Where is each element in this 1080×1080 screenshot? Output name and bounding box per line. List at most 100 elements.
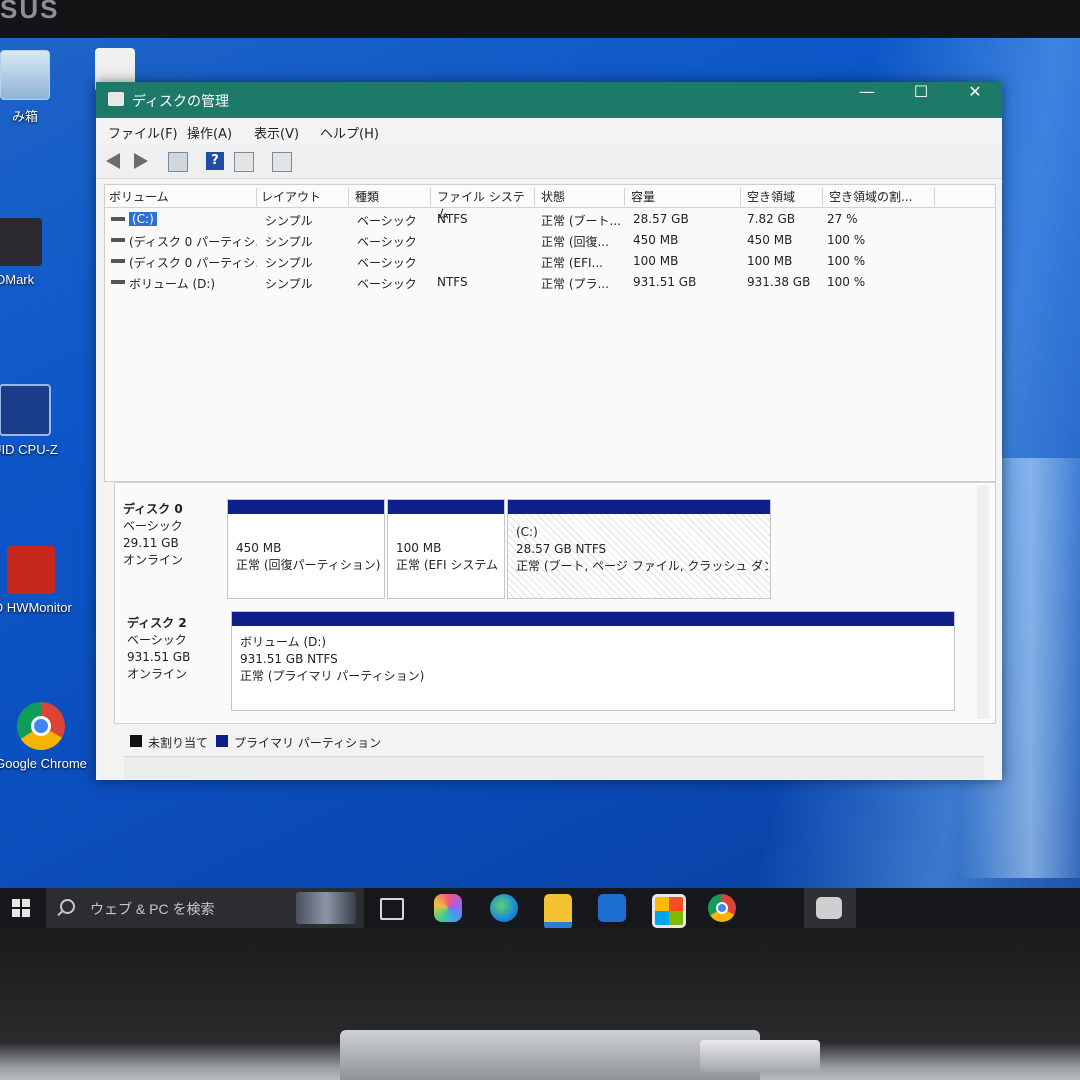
store-icon[interactable] (652, 894, 686, 928)
column-header[interactable]: 状態 (541, 188, 625, 206)
volume-free-pct: 100 % (827, 275, 866, 289)
volume-fs: NTFS (437, 212, 468, 226)
volume-capacity: 100 MB (633, 254, 679, 268)
desktop-icon-recycle-bin[interactable]: み箱 (0, 50, 80, 125)
partition-status: 正常 (プライマリ パーティション) (240, 669, 425, 683)
legend-swatch-unallocated (130, 735, 142, 747)
show-hide-console-icon[interactable] (168, 152, 188, 172)
desktop-icon-label: DMark (0, 272, 35, 287)
task-view-icon[interactable] (380, 898, 404, 920)
taskbar: ウェブ & PC を検索 (0, 888, 1080, 930)
volume-name: (ディスク 0 パーティシ... (129, 256, 257, 270)
disk-panel-scrollbar[interactable] (977, 485, 989, 719)
laptop-hinge (340, 1030, 760, 1080)
taskbar-search[interactable]: ウェブ & PC を検索 (46, 888, 364, 928)
legend-label: プライマリ パーティション (234, 736, 382, 750)
partition-recovery[interactable]: 450 MB 正常 (回復パーティション) (227, 499, 385, 599)
menu-bar: ファイル(F) 操作(A) 表示(V) ヘルプ(H) (96, 118, 1002, 144)
disk-type: ベーシック (127, 633, 187, 647)
search-placeholder: ウェブ & PC を検索 (90, 901, 215, 917)
partition-c[interactable]: (C:) 28.57 GB NTFS 正常 (ブート, ページ ファイル, クラ… (507, 499, 771, 599)
volume-name: (ディスク 0 パーティシ... (129, 235, 257, 249)
properties-icon[interactable] (234, 152, 254, 172)
help-icon[interactable]: ? (206, 152, 224, 170)
column-header[interactable]: 空き領域 (747, 188, 823, 206)
minimize-button[interactable]: — (842, 82, 892, 118)
volume-row[interactable]: (ディスク 0 パーティシ... シンプル ベーシック 正常 (回復... 45… (105, 230, 995, 251)
maximize-button[interactable]: ☐ (896, 82, 946, 118)
drive-icon (111, 238, 125, 242)
chrome-taskbar-icon[interactable] (708, 894, 736, 922)
partition-efi[interactable]: 100 MB 正常 (EFI システム (387, 499, 505, 599)
desktop-icon-3dmark[interactable]: DMark (0, 218, 70, 287)
laptop-bezel-top: SUS (0, 0, 1080, 40)
disk-name: ディスク 0 (123, 502, 183, 516)
column-header[interactable]: 空き領域の割... (829, 188, 935, 206)
back-arrow-icon[interactable] (106, 153, 120, 169)
menu-view[interactable]: 表示(V) (254, 123, 299, 142)
disk-2-info[interactable]: ディスク 2 ベーシック 931.51 GB オンライン (127, 615, 227, 683)
volume-list: ボリューム レイアウト 種類 ファイル システム 状態 容量 空き領域 空き領域… (104, 184, 996, 482)
desktop-icon-label: Google Chrome (0, 756, 87, 771)
edge-icon[interactable] (490, 894, 518, 922)
start-button[interactable] (12, 899, 30, 917)
menu-action[interactable]: 操作(A) (187, 123, 232, 142)
partition-size: 100 MB (396, 541, 442, 555)
chrome-icon (17, 702, 65, 750)
volume-name: (C:) (129, 212, 157, 226)
disk-management-taskbar-icon (816, 897, 842, 919)
menu-help[interactable]: ヘルプ(H) (320, 123, 379, 142)
copilot-icon[interactable] (434, 894, 462, 922)
volume-type: ベーシック (357, 235, 417, 249)
drive-icon (111, 280, 125, 284)
desktop-icon-chrome[interactable]: Google Chrome (0, 702, 96, 771)
laptop-latch (700, 1040, 820, 1072)
desktop-icon-label: UID CPU-Z (0, 442, 58, 457)
volume-row[interactable]: (ディスク 0 パーティシ... シンプル ベーシック 正常 (EFI... 1… (105, 251, 995, 272)
volume-free: 931.38 GB (747, 275, 811, 289)
partition-title: (C:) (516, 525, 538, 539)
taskbar-item-disk-management[interactable] (804, 888, 856, 928)
search-highlight-image (296, 892, 356, 924)
column-header[interactable]: レイアウト (261, 188, 349, 206)
volume-type: ベーシック (357, 214, 417, 228)
legend-label: 未割り当て (148, 736, 209, 750)
desktop-icon-hwmonitor[interactable]: ID HWMonitor (0, 546, 86, 615)
volume-list-header: ボリューム レイアウト 種類 ファイル システム 状態 容量 空き領域 空き領域… (105, 185, 995, 221)
menu-file[interactable]: ファイル(F) (108, 123, 178, 142)
volume-layout: シンプル (265, 277, 313, 291)
disk-state: オンライン (123, 553, 184, 567)
volume-type: ベーシック (357, 256, 417, 270)
disk-name: ディスク 2 (127, 616, 187, 630)
volume-free-pct: 100 % (827, 233, 866, 247)
legend-swatch-primary (216, 735, 228, 747)
list-view-icon[interactable] (272, 152, 292, 172)
column-header[interactable]: ボリューム (109, 188, 257, 206)
volume-row[interactable]: (C:) シンプル ベーシック NTFS 正常 (ブート... 28.57 GB… (105, 209, 995, 230)
volume-free: 7.82 GB (747, 212, 796, 226)
disk-type: ベーシック (123, 519, 183, 533)
partition-size: 28.57 GB NTFS (516, 542, 607, 556)
volume-free: 100 MB (747, 254, 793, 268)
partition-status: 正常 (EFI システム (396, 558, 498, 572)
partition-d[interactable]: ボリューム (D:) 931.51 GB NTFS 正常 (プライマリ パーティ… (231, 611, 955, 711)
volume-layout: シンプル (265, 214, 313, 228)
partition-status: 正常 (ブート, ページ ファイル, クラッシュ ダンプ, ベ (516, 559, 768, 573)
volume-capacity: 931.51 GB (633, 275, 697, 289)
desktop-icon-cpu-z[interactable]: UID CPU-Z (0, 384, 80, 457)
partition-title: ボリューム (D:) (240, 635, 327, 649)
column-header[interactable]: 容量 (631, 188, 741, 206)
recycle-bin-icon (0, 50, 50, 100)
column-header[interactable]: 種類 (355, 188, 431, 206)
forward-arrow-icon[interactable] (134, 153, 148, 169)
volume-row[interactable]: ボリューム (D:) シンプル ベーシック NTFS 正常 (プラ... 931… (105, 272, 995, 293)
close-button[interactable]: ✕ (950, 82, 1000, 118)
outlook-icon[interactable] (598, 894, 626, 922)
disk-0-info[interactable]: ディスク 0 ベーシック 29.11 GB オンライン (123, 501, 223, 569)
volume-capacity: 28.57 GB (633, 212, 689, 226)
toolbar: ? (96, 144, 1002, 179)
cpu-z-icon (0, 384, 51, 436)
partition-size: 931.51 GB NTFS (240, 652, 338, 666)
column-header[interactable]: ファイル システム (437, 188, 535, 221)
file-explorer-icon[interactable] (544, 894, 572, 930)
